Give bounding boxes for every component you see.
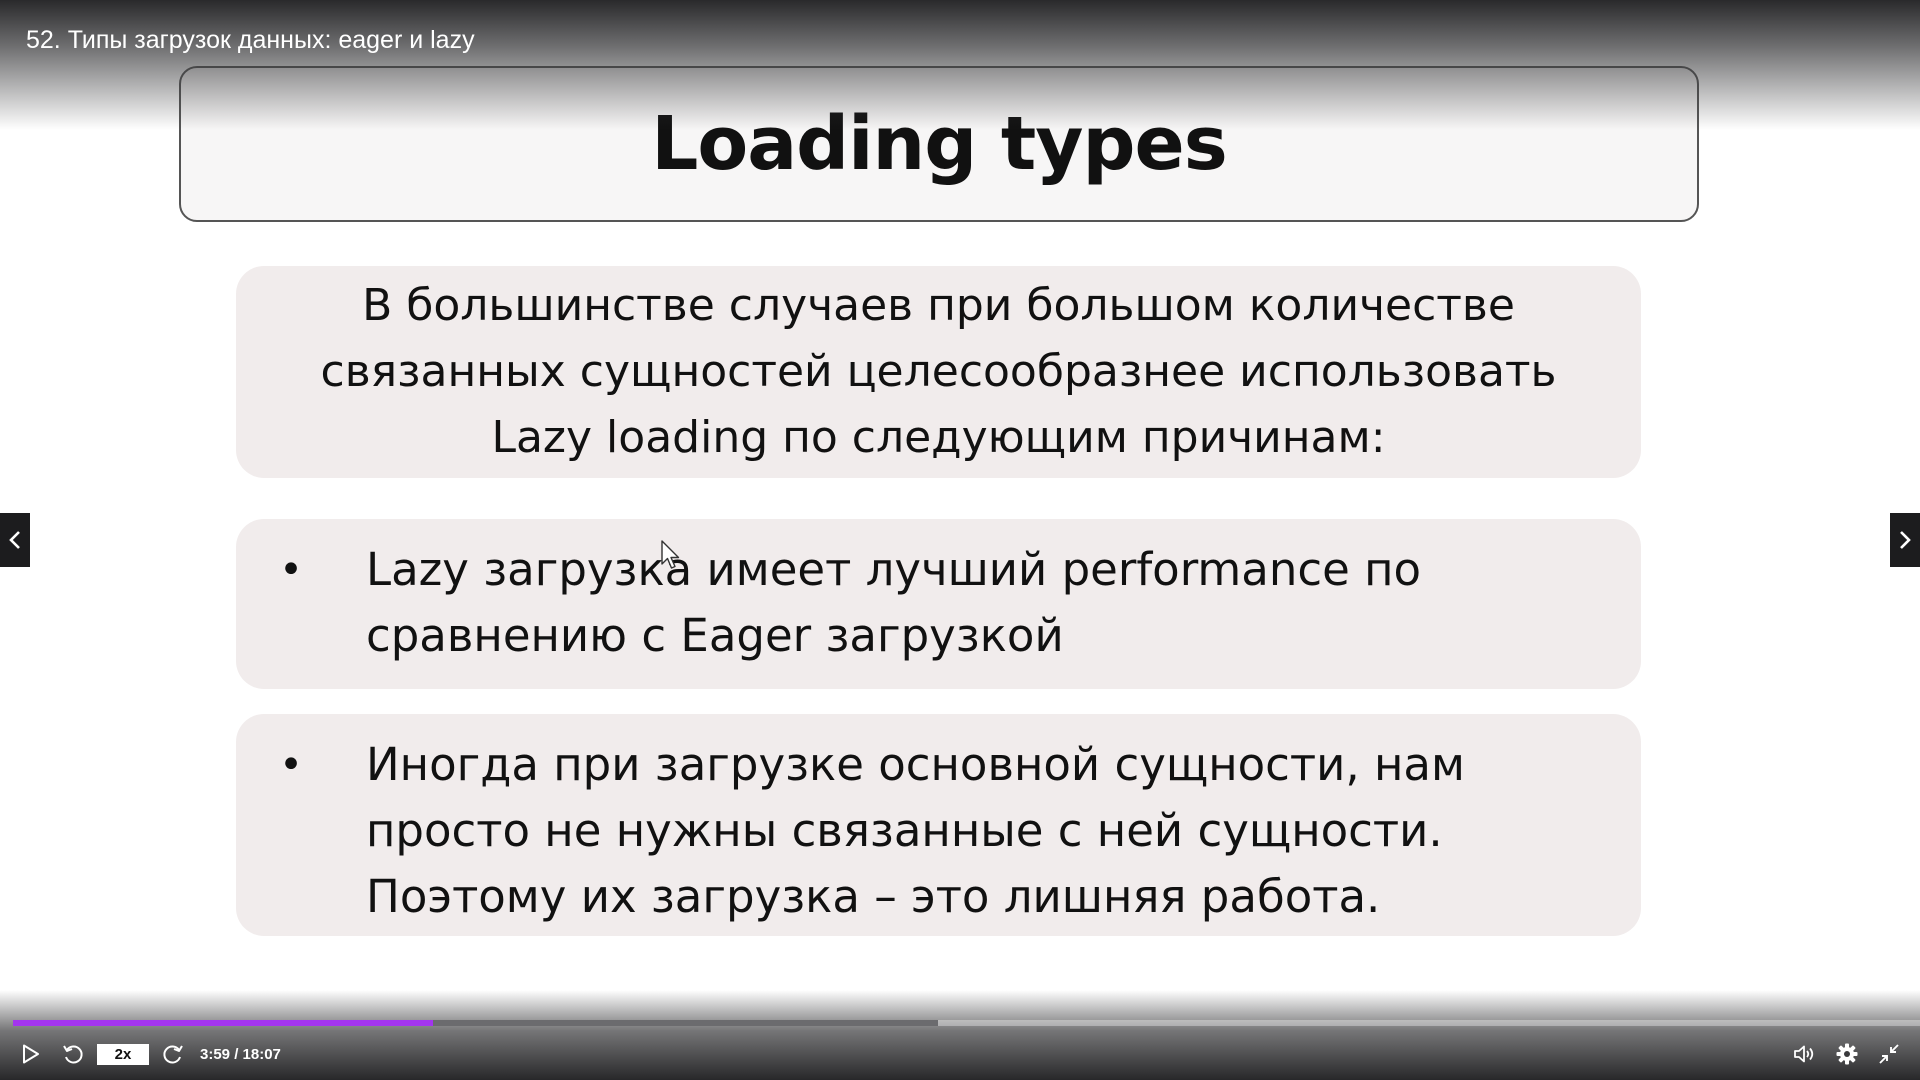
slide-title-box: Loading types bbox=[179, 66, 1699, 222]
play-button[interactable] bbox=[16, 1036, 46, 1072]
intro-card: В большинстве случаев при большом количе… bbox=[236, 266, 1641, 478]
gear-icon bbox=[1836, 1043, 1858, 1065]
next-lesson-button[interactable] bbox=[1890, 513, 1920, 567]
control-bar: 2x 3:59 / 18:07 bbox=[0, 1036, 1920, 1072]
video-title: 52. Типы загрузок данных: eager и lazy bbox=[26, 26, 475, 54]
progress-played bbox=[13, 1020, 433, 1026]
playback-speed-button[interactable]: 2x bbox=[97, 1044, 149, 1065]
volume-icon bbox=[1794, 1045, 1814, 1063]
slide-frame: Loading types В большинстве случаев при … bbox=[0, 0, 1920, 1080]
mouse-cursor-icon bbox=[661, 540, 680, 569]
exit-fullscreen-icon bbox=[1879, 1044, 1899, 1064]
rewind-icon bbox=[63, 1045, 83, 1064]
volume-button[interactable] bbox=[1790, 1036, 1820, 1072]
exit-fullscreen-button[interactable] bbox=[1874, 1036, 1904, 1072]
bullet-text: Lazy загрузка имеет лучший performance п… bbox=[366, 543, 1422, 662]
time-display: 3:59 / 18:07 bbox=[200, 1045, 281, 1063]
bullet-dot: • bbox=[279, 547, 303, 593]
rewind-button[interactable] bbox=[58, 1036, 88, 1072]
video-player[interactable]: Loading types В большинстве случаев при … bbox=[0, 0, 1920, 1080]
settings-button[interactable] bbox=[1832, 1036, 1862, 1072]
forward-button[interactable] bbox=[158, 1036, 188, 1072]
intro-text: В большинстве случаев при большом количе… bbox=[320, 280, 1557, 463]
chevron-right-icon bbox=[1900, 531, 1911, 549]
bullet-dot: • bbox=[279, 742, 303, 788]
bullet-text: Иногда при загрузке основной сущности, н… bbox=[366, 738, 1465, 923]
bullet-card: • Иногда при загрузке основной сущности,… bbox=[236, 714, 1641, 936]
chevron-left-icon bbox=[9, 531, 20, 549]
previous-lesson-button[interactable] bbox=[0, 513, 30, 567]
bullet-card: • Lazy загрузка имеет лучший performance… bbox=[236, 519, 1641, 689]
play-icon bbox=[23, 1044, 39, 1064]
forward-icon bbox=[163, 1045, 183, 1064]
progress-bar[interactable] bbox=[13, 1020, 1920, 1026]
slide-title: Loading types bbox=[651, 101, 1227, 187]
